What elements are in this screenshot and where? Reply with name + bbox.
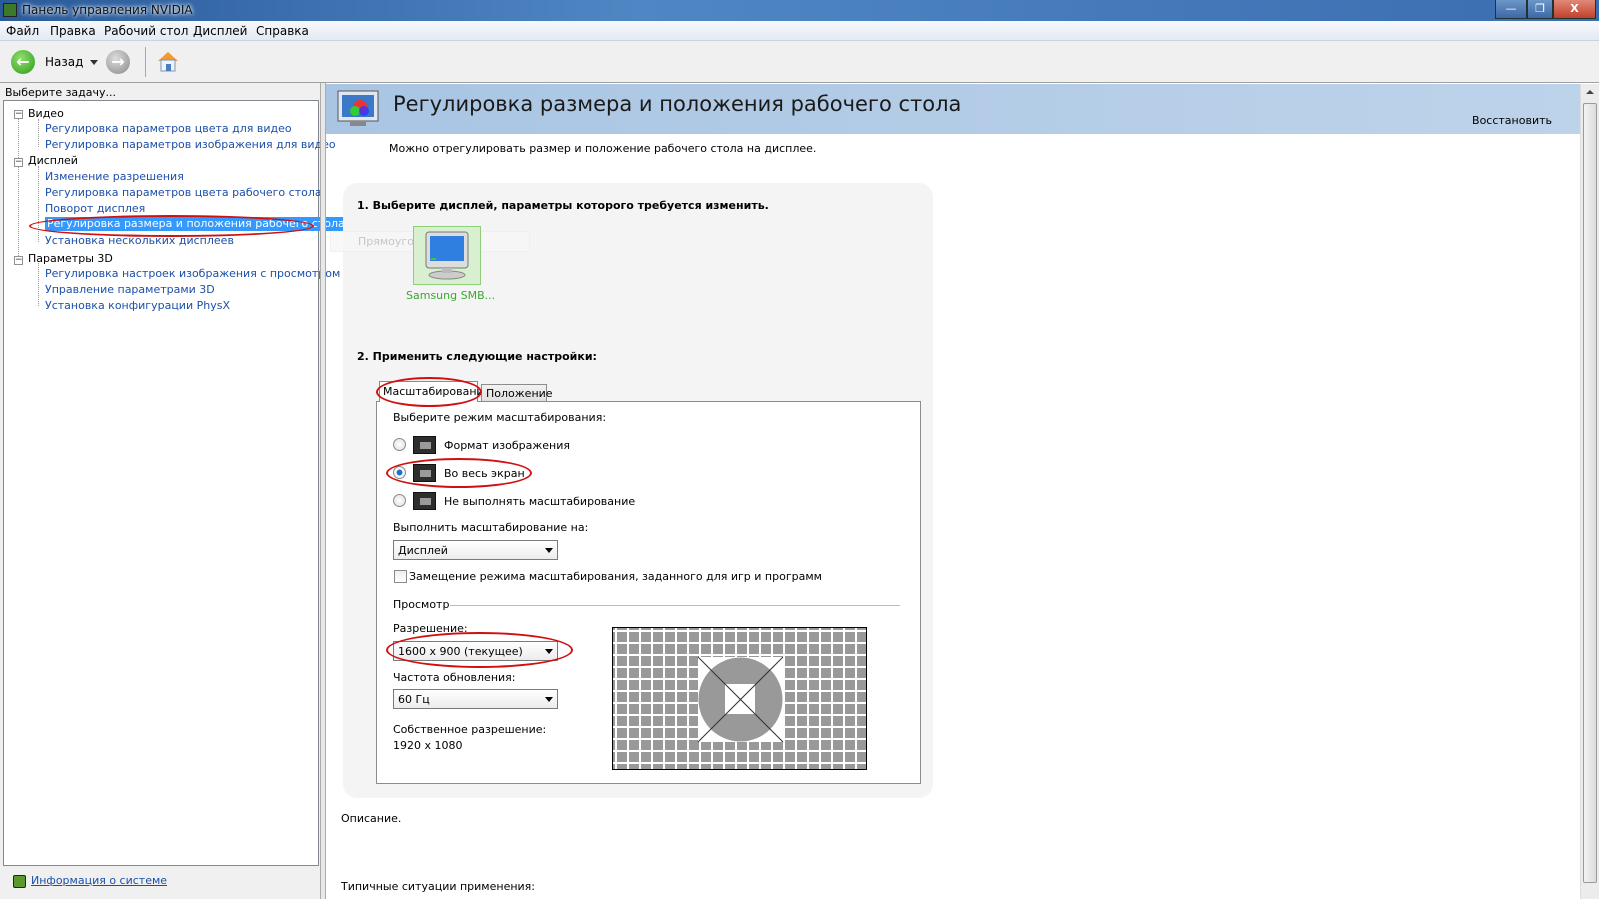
scroll-thumb[interactable] [1583, 103, 1597, 883]
refresh-label: Частота обновления: [393, 671, 516, 684]
arrow-right-icon[interactable]: → [106, 50, 130, 74]
tree-item[interactable]: Установка конфигурации PhysX [45, 299, 230, 312]
collapse-icon[interactable]: − [14, 158, 23, 167]
preview-divider [450, 605, 900, 606]
panel-splitter[interactable] [320, 83, 326, 899]
native-resolution-value: 1920 x 1080 [393, 739, 463, 752]
nvidia-app-icon [3, 3, 17, 17]
scale-on-value: Дисплей [398, 544, 448, 557]
scale-on-label: Выполнить масштабирование на: [393, 521, 589, 534]
collapse-icon[interactable]: − [14, 256, 23, 265]
monitor-icon [425, 231, 469, 280]
step1-heading: 1. Выберите дисплей, параметры которого … [357, 199, 769, 212]
minimize-button[interactable]: — [1495, 0, 1527, 19]
scaling-preview [612, 627, 867, 770]
tree-group-display[interactable]: Дисплей [28, 154, 78, 167]
scaling-prompt: Выберите режим масштабирования: [393, 411, 607, 424]
collapse-icon[interactable]: − [14, 110, 23, 119]
chevron-down-icon [545, 548, 553, 553]
system-info-icon [13, 875, 26, 888]
menu-edit[interactable]: Правка [50, 24, 96, 38]
override-checkbox[interactable] [394, 570, 407, 583]
desktop-settings-icon [336, 89, 382, 129]
step2-heading: 2. Применить следующие настройки: [357, 350, 597, 363]
tab-position[interactable]: Положение [481, 384, 553, 401]
test-pattern [697, 656, 784, 743]
tree-line [18, 117, 19, 262]
refresh-select[interactable]: 60 Гц [393, 689, 558, 709]
preview-label: Просмотр [393, 598, 450, 611]
page-title: Регулировка размера и положения рабочего… [393, 92, 962, 116]
tree-line [38, 166, 39, 242]
mode-radio-aspect[interactable] [393, 438, 406, 451]
menu-desktop[interactable]: Рабочий стол [104, 24, 188, 38]
mode-radio-no-scaling[interactable] [393, 494, 406, 507]
home-icon[interactable] [156, 49, 180, 73]
display-name[interactable]: Samsung SMB... [406, 289, 495, 302]
title-bar: Панель управления NVIDIA — ❐ X [0, 0, 1599, 21]
annotation-ellipse [29, 215, 314, 237]
override-label[interactable]: Замещение режима масштабирования, заданн… [409, 570, 822, 583]
native-resolution-label: Собственное разрешение: [393, 723, 547, 736]
vertical-scrollbar[interactable] [1580, 84, 1599, 899]
tree-group-video[interactable]: Видео [28, 107, 64, 120]
tree-group-3d[interactable]: Параметры 3D [28, 252, 113, 265]
typical-usage-label: Типичные ситуации применения: [341, 880, 535, 893]
close-button[interactable]: X [1553, 0, 1596, 19]
annotation-ellipse [386, 632, 573, 668]
tab-position-label: Положение [486, 387, 553, 400]
annotation-ellipse [386, 458, 532, 488]
tree-item[interactable]: Регулировка параметров цвета рабочего ст… [45, 186, 322, 199]
mode-label-no-scaling[interactable]: Не выполнять масштабирование [444, 495, 635, 508]
refresh-value: 60 Гц [398, 693, 430, 706]
scale-on-select[interactable]: Дисплей [393, 540, 558, 560]
aspect-ratio-icon [413, 436, 436, 454]
annotation-ellipse [376, 377, 482, 407]
page-header: Регулировка размера и положения рабочего… [326, 84, 1580, 134]
tree-line [38, 261, 39, 306]
back-dropdown-icon[interactable] [90, 60, 98, 65]
restore-defaults-button[interactable]: Восстановить [1472, 114, 1552, 127]
description-label: Описание. [341, 812, 402, 825]
page-subtitle: Можно отрегулировать размер и положение … [389, 142, 817, 155]
menu-help[interactable]: Справка [256, 24, 309, 38]
task-panel-title: Выберите задачу... [5, 86, 117, 99]
menu-display[interactable]: Дисплей [193, 24, 247, 38]
arrow-left-icon[interactable]: ← [11, 50, 35, 74]
toolbar-separator [145, 47, 146, 77]
tree-item[interactable]: Регулировка настроек изображения с просм… [45, 267, 340, 280]
tree-item[interactable]: Регулировка параметров цвета для видео [45, 122, 292, 135]
window-title: Панель управления NVIDIA [22, 3, 193, 17]
mode-label-aspect[interactable]: Формат изображения [444, 439, 570, 452]
display-tile[interactable] [413, 226, 481, 285]
restore-button[interactable]: ❐ [1527, 0, 1553, 19]
tree-item[interactable]: Управление параметрами 3D [45, 283, 215, 296]
no-scaling-icon [413, 492, 436, 510]
tree-item[interactable]: Регулировка параметров изображения для в… [45, 138, 336, 151]
back-button[interactable]: Назад [45, 55, 83, 69]
menu-bar: Файл Правка Рабочий стол Дисплей Справка [0, 21, 1599, 41]
scroll-up-icon[interactable] [1586, 90, 1594, 94]
chevron-down-icon [545, 697, 553, 702]
tree-item[interactable]: Поворот дисплея [45, 202, 145, 215]
tree-line [38, 119, 39, 147]
tree-item[interactable]: Изменение разрешения [45, 170, 184, 183]
system-info-link[interactable]: Информация о системе [31, 874, 167, 887]
toolbar: ← Назад → [0, 41, 1599, 83]
menu-file[interactable]: Файл [6, 24, 39, 38]
